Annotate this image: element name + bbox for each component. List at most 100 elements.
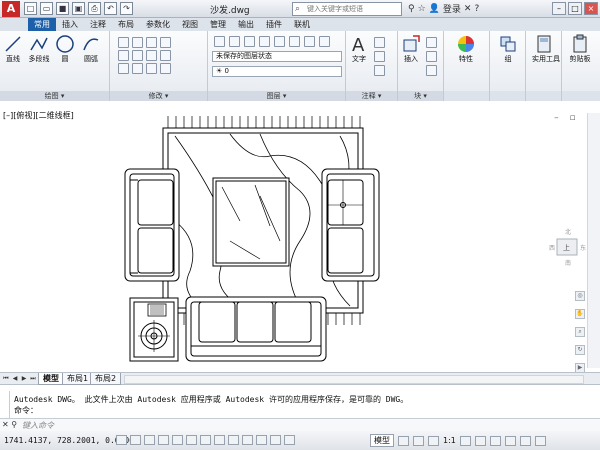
binoculars-icon[interactable]: ⚲	[408, 4, 415, 14]
dynamic-ucs-icon[interactable]	[214, 435, 225, 445]
next-tab-icon[interactable]: ▶	[20, 374, 28, 383]
viewcube[interactable]: 上 北 西 东 南	[547, 225, 587, 269]
tab-model[interactable]: 模型	[38, 373, 64, 385]
layer-unisolate-icon[interactable]	[319, 36, 330, 47]
create-block-icon[interactable]	[426, 37, 437, 48]
stretch-icon[interactable]	[118, 63, 129, 74]
clipboard-tool[interactable]: 剪贴板	[568, 34, 592, 64]
tab-home[interactable]: 常用	[28, 18, 56, 31]
help-icon[interactable]: ?	[474, 4, 479, 14]
layers-panel-label[interactable]: 图层 ▾	[208, 91, 345, 101]
snap-mode-icon[interactable]	[116, 435, 127, 445]
arc-tool[interactable]: 圆弧	[79, 34, 103, 64]
command-input[interactable]: ✕ ⚲ 键入命令	[0, 418, 600, 431]
erase-icon[interactable]	[160, 37, 171, 48]
tab-parametric[interactable]: 参数化	[140, 18, 176, 31]
undo-icon[interactable]: ↶	[104, 2, 117, 15]
modify-panel-label[interactable]: 修改 ▾	[110, 91, 207, 101]
prev-tab-icon[interactable]: ◀	[11, 374, 19, 383]
move-icon[interactable]	[118, 37, 129, 48]
quick-view-layouts-icon[interactable]	[398, 435, 409, 446]
tab-layout[interactable]: 布局	[112, 18, 140, 31]
layer-properties-icon[interactable]	[214, 36, 225, 47]
utilities-tool[interactable]: 实用工具	[532, 34, 560, 64]
lock-icon[interactable]	[489, 435, 501, 446]
maximize-button[interactable]: □	[568, 2, 582, 15]
pan-icon[interactable]: ✋	[575, 309, 585, 319]
text-tool[interactable]: A 文字	[347, 34, 371, 64]
user-icon[interactable]: 👤	[429, 4, 440, 14]
transparency-icon[interactable]	[256, 435, 267, 445]
layer-off-icon[interactable]	[244, 36, 255, 47]
rotate-icon[interactable]	[132, 37, 143, 48]
circle-tool[interactable]: 圆	[53, 34, 77, 64]
tab-manage[interactable]: 管理	[204, 18, 232, 31]
save-as-icon[interactable]: ▣	[72, 2, 85, 15]
command-close-icon[interactable]: ✕ ⚲	[2, 420, 17, 429]
layer-state-icon[interactable]	[229, 36, 240, 47]
polyline-tool[interactable]: 多段线	[27, 34, 51, 64]
layer-lock-icon[interactable]	[289, 36, 300, 47]
ortho-mode-icon[interactable]	[144, 435, 155, 445]
insert-tool[interactable]: 插入	[399, 34, 423, 64]
open-file-icon[interactable]: ▭	[40, 2, 53, 15]
clean-screen-icon[interactable]	[534, 435, 546, 446]
current-layer-dropdown[interactable]: ☀ 0	[212, 66, 342, 77]
array-icon[interactable]	[146, 63, 157, 74]
save-icon[interactable]: ■	[56, 2, 69, 15]
edit-block-icon[interactable]	[426, 51, 437, 62]
annotation-scale-value[interactable]: 1:1	[443, 436, 456, 445]
redo-icon[interactable]: ↷	[120, 2, 133, 15]
properties-tool[interactable]: 特性	[454, 34, 478, 64]
coordinate-readout[interactable]: 1741.4137, 728.2001, 0.0000	[4, 436, 134, 445]
layer-match-icon[interactable]	[304, 36, 315, 47]
minimize-button[interactable]: –	[552, 2, 566, 15]
first-tab-icon[interactable]: ⏮	[2, 374, 10, 383]
mirror-icon[interactable]	[132, 50, 143, 61]
isolate-objects-icon[interactable]	[519, 435, 531, 446]
zoom-icon[interactable]: ⌕	[575, 327, 585, 337]
tab-annotate[interactable]: 注释	[84, 18, 112, 31]
layer-isolate-icon[interactable]	[259, 36, 270, 47]
star-icon[interactable]: ☆	[418, 4, 426, 14]
tab-online[interactable]: 联机	[288, 18, 316, 31]
new-file-icon[interactable]: □	[24, 2, 37, 15]
attribute-icon[interactable]	[426, 65, 437, 76]
explode-icon[interactable]	[160, 50, 171, 61]
scale-icon[interactable]	[132, 63, 143, 74]
selection-cycling-icon[interactable]	[284, 435, 295, 445]
exchange-icon[interactable]: ✕	[464, 4, 472, 14]
grid-display-icon[interactable]	[130, 435, 141, 445]
vertical-scrollbar[interactable]	[587, 113, 600, 368]
login-button[interactable]: 登录	[443, 2, 461, 15]
annotation-panel-label[interactable]: 注释 ▾	[346, 91, 397, 101]
orbit-icon[interactable]: ↻	[575, 345, 585, 355]
dimension-icon[interactable]	[374, 37, 385, 48]
search-input[interactable]: ⌕ 键入关键字或短语	[292, 2, 402, 16]
trim-icon[interactable]	[146, 37, 157, 48]
tab-layout2[interactable]: 布局2	[90, 373, 122, 385]
offset-icon[interactable]	[160, 63, 171, 74]
layer-state-dropdown[interactable]: 未保存的图层状态	[212, 51, 342, 62]
model-space-button[interactable]: 模型	[370, 434, 394, 447]
workspace-switch-icon[interactable]	[474, 435, 486, 446]
steering-wheel-icon[interactable]: ◎	[575, 291, 585, 301]
leader-icon[interactable]	[374, 51, 385, 62]
horizontal-scrollbar[interactable]	[124, 375, 584, 384]
application-menu-button[interactable]: A	[2, 1, 20, 17]
drawing-viewport[interactable]: [–][俯视][二维线框] – ▫ × 上 北 西 东 南 ◎ ✋ ⌕ ↻ ▶	[0, 101, 600, 373]
group-tool[interactable]: 组	[496, 34, 520, 64]
tab-insert[interactable]: 插入	[56, 18, 84, 31]
annotation-visibility-icon[interactable]	[459, 435, 471, 446]
drawing-canvas[interactable]	[0, 101, 600, 372]
tab-plugins[interactable]: 插件	[260, 18, 288, 31]
layer-freeze-icon[interactable]	[274, 36, 285, 47]
block-panel-label[interactable]: 块 ▾	[398, 91, 443, 101]
lineweight-icon[interactable]	[242, 435, 253, 445]
line-tool[interactable]: 直线	[1, 34, 25, 64]
polar-tracking-icon[interactable]	[158, 435, 169, 445]
print-icon[interactable]: ⎙	[88, 2, 101, 15]
quick-view-drawings-icon[interactable]	[413, 435, 424, 446]
close-button[interactable]: ×	[584, 2, 598, 15]
object-snap-icon[interactable]	[172, 435, 183, 445]
